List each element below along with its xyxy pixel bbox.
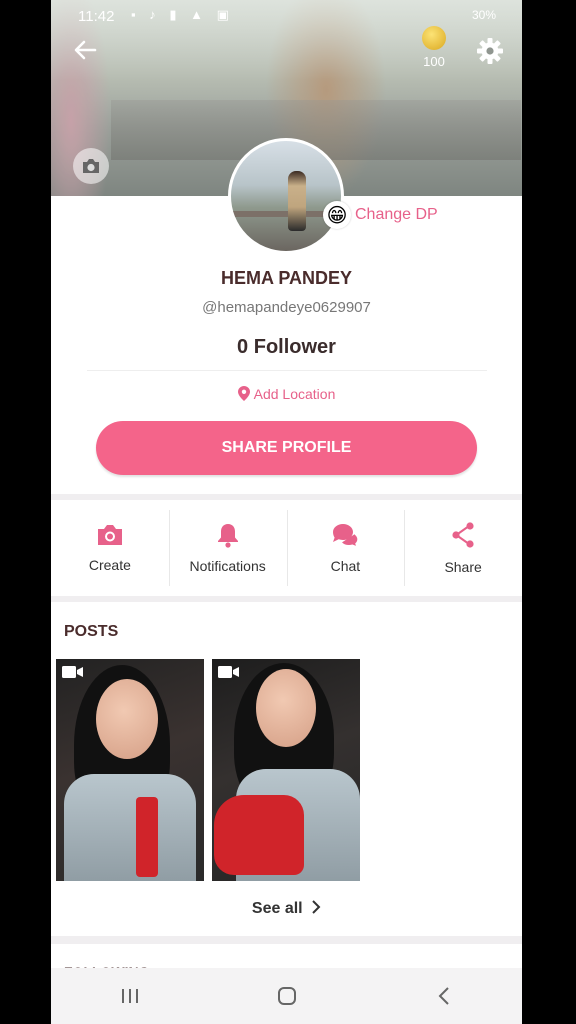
location-pin-icon xyxy=(237,386,250,401)
notifications-button[interactable]: Notifications xyxy=(168,500,287,596)
avatar[interactable] xyxy=(228,138,344,254)
coin-count: 100 xyxy=(423,54,445,69)
chevron-right-icon xyxy=(312,900,321,914)
post-thumbnail[interactable] xyxy=(212,659,360,881)
change-dp-label: Change DP xyxy=(355,206,438,223)
gear-icon xyxy=(477,38,503,64)
camera-icon xyxy=(83,159,99,173)
chat-bubbles-icon xyxy=(333,524,360,548)
see-all-link[interactable]: See all xyxy=(51,900,522,918)
battery-level: 30% xyxy=(471,8,496,22)
settings-button[interactable] xyxy=(475,36,505,66)
action-label: Notifications xyxy=(189,558,266,574)
post-thumbnail[interactable] xyxy=(56,659,204,881)
change-cover-button[interactable] xyxy=(73,148,109,184)
video-camera-icon xyxy=(62,666,83,678)
system-nav-bar xyxy=(51,968,522,1024)
chat-button[interactable]: Chat xyxy=(286,500,405,596)
follower-count[interactable]: 0 Follower xyxy=(51,336,522,359)
change-dp-button[interactable]: 😁 Change DP xyxy=(323,198,438,232)
profile-name: HEMA PANDEY xyxy=(220,268,352,288)
status-bar: 11:42 ▪ ♪ ▮ ▲ ▣ 30% xyxy=(51,0,522,34)
recent-apps-icon xyxy=(121,989,138,1003)
video-camera-icon xyxy=(218,666,239,678)
home-icon xyxy=(277,987,296,1005)
action-label: Create xyxy=(88,557,131,573)
back-nav-button[interactable] xyxy=(414,976,474,1016)
home-button[interactable] xyxy=(257,976,317,1016)
add-location-label: Add Location xyxy=(253,386,336,402)
action-label: Chat xyxy=(330,558,361,574)
arrow-left-icon xyxy=(74,40,97,60)
back-button[interactable] xyxy=(69,34,101,66)
camera-icon xyxy=(97,525,122,545)
divider xyxy=(87,370,487,371)
posts-section: POSTS See all xyxy=(51,602,522,936)
notification-icons: ▪ ♪ ▮ ▲ ▣ xyxy=(131,7,234,22)
recent-apps-button[interactable] xyxy=(100,976,160,1016)
coin-balance[interactable]: 100 xyxy=(419,26,449,76)
share-profile-button[interactable]: SHARE PROFILE xyxy=(96,421,477,475)
profile-screen: 11:42 ▪ ♪ ▮ ▲ ▣ 30% 100 😁 Change DP HEMA… xyxy=(51,0,522,1024)
create-button[interactable]: Create xyxy=(51,500,169,596)
share-button[interactable]: Share xyxy=(404,500,522,596)
profile-handle: @hemapandeye0629907 xyxy=(202,299,371,316)
action-bar: Create Notifications Chat Share xyxy=(51,500,522,596)
coin-icon xyxy=(422,26,446,50)
chevron-left-icon xyxy=(438,987,449,1005)
posts-title: POSTS xyxy=(64,623,119,640)
action-label: Share xyxy=(444,559,482,575)
add-location-link[interactable]: Add Location xyxy=(51,386,522,402)
bell-icon xyxy=(217,524,238,548)
share-icon xyxy=(452,522,474,548)
see-all-label: See all xyxy=(251,900,303,917)
status-time: 11:42 xyxy=(78,8,115,25)
grin-emoji-icon: 😁 xyxy=(323,201,351,229)
